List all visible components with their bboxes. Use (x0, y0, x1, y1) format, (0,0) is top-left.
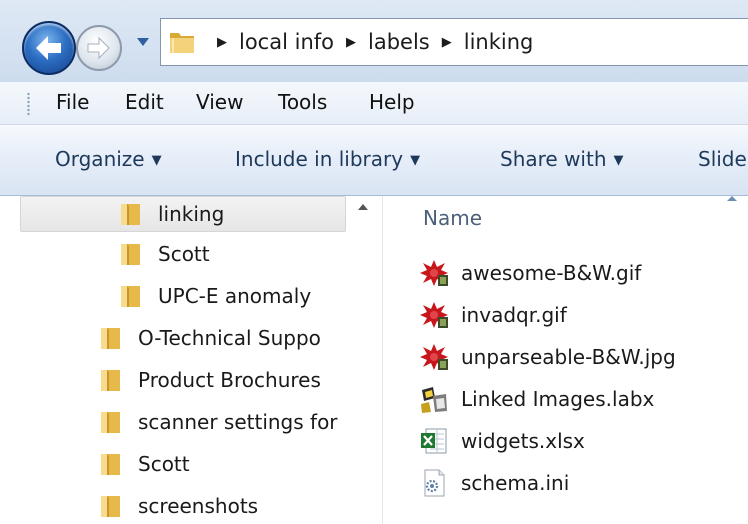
file-row[interactable]: schema.ini (419, 467, 569, 499)
breadcrumb-item-labels[interactable]: labels (368, 30, 430, 54)
slideshow-button[interactable]: Slide (698, 147, 748, 171)
file-list[interactable]: Name awesome-B&W.gif invadqr.gif unparse… (383, 196, 748, 524)
breadcrumb-item-local-info[interactable]: local info (239, 30, 334, 54)
file-name: widgets.xlsx (461, 429, 585, 453)
organize-button[interactable]: Organize ▼ (55, 147, 162, 171)
forward-button[interactable] (76, 25, 122, 71)
tree-item-label: Scott (138, 452, 190, 476)
menu-bar: File Edit View Tools Help (0, 82, 748, 125)
tree-item-label: screenshots (138, 494, 259, 518)
file-name: schema.ini (461, 471, 570, 495)
ini-settings-icon (419, 468, 449, 498)
navigation-pane[interactable]: linking Scott UPC-E anomaly O-Technical … (0, 196, 382, 524)
file-row[interactable]: Linked Images.labx (419, 383, 654, 415)
tree-item-scott[interactable]: Scott (118, 237, 210, 271)
folder-icon (101, 370, 120, 391)
name-column-header[interactable]: Name (423, 206, 482, 230)
excel-icon (419, 426, 449, 456)
folder-icon (121, 286, 140, 307)
tree-item-upc-e-anomaly[interactable]: UPC-E anomaly (118, 279, 311, 313)
tree-item-screenshots[interactable]: screenshots (98, 489, 258, 523)
file-name: awesome-B&W.gif (461, 261, 642, 285)
folder-icon (101, 328, 120, 349)
sort-ascending-icon (727, 196, 737, 201)
address-toolbar: ▶ local info ▶ labels ▶ linking (0, 0, 748, 82)
include-in-library-label: Include in library (235, 147, 404, 171)
tree-item-product-brochures[interactable]: Product Brochures (98, 363, 321, 397)
navigation-tree: linking Scott UPC-E anomaly O-Technical … (0, 196, 348, 524)
folder-icon (101, 496, 120, 517)
folder-icon (121, 204, 140, 225)
label-app-icon (419, 384, 449, 414)
file-row[interactable]: invadqr.gif (419, 299, 567, 331)
tree-item-o-technical-support[interactable]: O-Technical Suppo (98, 321, 321, 355)
tree-item-scanner-settings[interactable]: scanner settings for (98, 405, 338, 439)
chevron-down-icon: ▼ (151, 153, 162, 168)
folder-icon (101, 454, 120, 475)
organize-label: Organize (55, 147, 145, 171)
tree-item-label: O-Technical Suppo (138, 326, 321, 350)
splat-image-icon (419, 300, 449, 330)
file-name: invadqr.gif (461, 303, 567, 327)
menu-file[interactable]: File (56, 90, 89, 114)
folder-icon (121, 244, 140, 265)
tree-item-label: linking (158, 202, 225, 226)
file-row[interactable]: widgets.xlsx (419, 425, 585, 457)
command-bar: Organize ▼ Include in library ▼ Share with… (0, 125, 748, 196)
include-in-library-button[interactable]: Include in library ▼ (235, 147, 420, 171)
tree-item-label: Product Brochures (138, 368, 321, 392)
file-name: Linked Images.labx (461, 387, 655, 411)
menu-view[interactable]: View (196, 90, 243, 114)
breadcrumb-separator-icon[interactable]: ▶ (442, 35, 452, 50)
menu-grip (27, 92, 30, 116)
breadcrumb-separator-icon[interactable]: ▶ (217, 35, 227, 50)
tree-item-linking[interactable]: linking (118, 197, 224, 231)
folder-icon (101, 412, 120, 433)
chevron-down-icon: ▼ (410, 153, 421, 168)
chevron-down-icon: ▼ (613, 153, 624, 168)
tree-item-label: scanner settings for (138, 410, 338, 434)
breadcrumb-item-linking[interactable]: linking (464, 30, 534, 54)
file-row[interactable]: awesome-B&W.gif (419, 257, 641, 289)
splat-image-icon (419, 342, 449, 372)
file-name: unparseable-B&W.jpg (461, 345, 676, 369)
tree-item-scott-2[interactable]: Scott (98, 447, 190, 481)
menu-tools[interactable]: Tools (278, 90, 327, 114)
folder-icon (170, 33, 194, 53)
file-row[interactable]: unparseable-B&W.jpg (419, 341, 676, 373)
back-button[interactable] (22, 21, 76, 75)
recent-pages-dropdown-icon[interactable] (136, 36, 150, 48)
tree-item-label: Scott (158, 242, 210, 266)
scroll-up-arrow-icon[interactable] (358, 204, 368, 210)
share-with-button[interactable]: Share with ▼ (500, 147, 624, 171)
back-arrow-icon (36, 36, 61, 60)
menu-help[interactable]: Help (369, 90, 415, 114)
address-bar[interactable]: ▶ local info ▶ labels ▶ linking (160, 18, 748, 66)
breadcrumb: ▶ local info ▶ labels ▶ linking (211, 19, 533, 65)
breadcrumb-separator-icon[interactable]: ▶ (346, 35, 356, 50)
splat-image-icon (419, 258, 449, 288)
tree-item-label: UPC-E anomaly (158, 284, 312, 308)
forward-arrow-icon (87, 36, 110, 60)
share-with-label: Share with (500, 147, 607, 171)
menu-edit[interactable]: Edit (125, 90, 164, 114)
